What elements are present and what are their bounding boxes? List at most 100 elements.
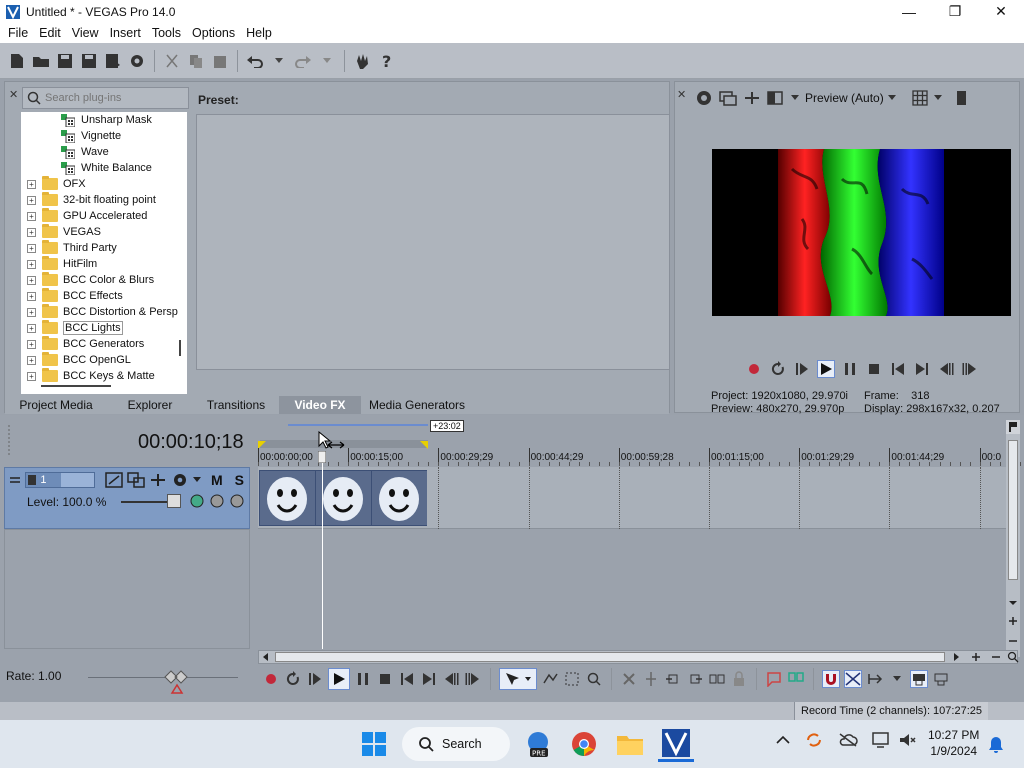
expand-plus-icon[interactable]: + <box>27 355 36 365</box>
menu-tools[interactable]: Tools <box>148 26 188 40</box>
tree-folder-item[interactable]: + BCC Color & Blurs <box>27 272 154 288</box>
tree-horizontal-scroll-thumb[interactable] <box>41 385 111 387</box>
next-frame-button[interactable] <box>464 670 482 688</box>
display-icon[interactable] <box>872 731 892 749</box>
tree-folder-item[interactable]: + BCC Distortion & Persp <box>27 304 178 320</box>
menu-view[interactable]: View <box>68 26 106 40</box>
record-button[interactable] <box>262 670 280 688</box>
menu-options[interactable]: Options <box>188 26 242 40</box>
cursor-timecode[interactable]: 00:00:10;18 <box>138 431 244 454</box>
preview-quality-dropdown[interactable]: Preview (Auto) <box>805 91 896 105</box>
pause-button[interactable] <box>354 670 372 688</box>
panel-grip[interactable]: ✕ <box>677 88 689 101</box>
chrome-icon[interactable] <box>566 726 602 762</box>
zoom-in-horizontal-icon[interactable] <box>969 651 983 663</box>
new-file-icon[interactable] <box>6 50 28 72</box>
undo-icon[interactable] <box>244 50 266 72</box>
zoom-in-icon[interactable] <box>1006 614 1020 628</box>
track-name-field[interactable] <box>60 473 94 487</box>
maximize-button[interactable]: ❐ <box>932 0 978 23</box>
trim-icon[interactable] <box>642 670 660 688</box>
chevron-down-icon[interactable] <box>933 95 942 101</box>
split-screen-icon[interactable] <box>767 90 785 106</box>
open-folder-icon[interactable] <box>30 50 52 72</box>
tree-folder-item[interactable]: + Third Party <box>27 240 117 256</box>
selection-tool-icon[interactable] <box>563 670 581 688</box>
tree-folder-item[interactable]: + BCC Lights <box>27 320 123 336</box>
save-as-icon[interactable] <box>78 50 100 72</box>
whats-this-help-icon[interactable]: ? <box>375 50 397 72</box>
video-clip[interactable] <box>259 470 427 526</box>
redo-dropdown-icon[interactable] <box>316 50 338 72</box>
split-icon[interactable] <box>708 670 726 688</box>
loop-playback-button[interactable] <box>284 670 302 688</box>
tab-explorer[interactable]: Explorer <box>107 396 193 414</box>
render-as-icon[interactable] <box>102 50 124 72</box>
tab-media-generators[interactable]: Media Generators <box>361 396 473 414</box>
go-to-end-button[interactable] <box>913 360 931 378</box>
chevron-left-icon[interactable] <box>259 651 273 663</box>
cut-icon[interactable] <box>161 50 183 72</box>
zoom-tool-icon[interactable] <box>1007 651 1019 663</box>
expand-plus-icon[interactable]: + <box>27 179 36 189</box>
chevron-down-icon[interactable] <box>193 477 201 483</box>
expand-plus-icon[interactable]: + <box>27 243 36 253</box>
chevron-down-icon[interactable] <box>1006 596 1020 610</box>
next-frame-button[interactable] <box>961 360 979 378</box>
expand-plus-icon[interactable]: + <box>27 339 36 349</box>
file-explorer-icon[interactable] <box>612 726 648 762</box>
marker-flag-icon[interactable] <box>1006 420 1020 434</box>
track-motion-icon[interactable] <box>105 472 123 488</box>
rate-slider-thumb[interactable] <box>163 669 191 695</box>
panel-grip[interactable]: ✕ <box>9 88 21 101</box>
chevron-right-icon[interactable] <box>949 651 963 663</box>
tree-fx-item[interactable]: Unsharp Mask <box>61 112 152 128</box>
preview-settings-gear-icon[interactable] <box>695 89 713 107</box>
compositing-mode-icon[interactable] <box>189 492 245 510</box>
loop-playback-button[interactable] <box>769 360 787 378</box>
envelope-tool-icon[interactable] <box>541 670 559 688</box>
mute-button[interactable]: M <box>211 472 223 488</box>
tree-folder-item[interactable]: + BCC OpenGL <box>27 352 131 368</box>
record-button[interactable] <box>745 360 763 378</box>
trim-end-icon[interactable] <box>686 670 704 688</box>
tree-folder-item[interactable]: + BCC Generators <box>27 336 144 352</box>
notification-bell-icon[interactable] <box>988 736 1004 754</box>
ripple-edit-icon[interactable] <box>866 670 884 688</box>
play-button[interactable] <box>328 668 350 690</box>
play-from-start-button[interactable] <box>306 670 324 688</box>
expand-plus-icon[interactable]: + <box>27 211 36 221</box>
insert-region-icon[interactable] <box>787 670 805 688</box>
track-settings-gear-icon[interactable] <box>171 472 189 488</box>
go-to-end-button[interactable] <box>420 670 438 688</box>
windows-start-icon[interactable] <box>356 726 392 762</box>
undo-dropdown-icon[interactable] <box>268 50 290 72</box>
save-icon[interactable] <box>54 50 76 72</box>
copy-snapshot-icon[interactable] <box>956 90 968 106</box>
tree-fx-item[interactable]: White Balance <box>61 160 152 176</box>
tree-folder-item[interactable]: + BCC Keys & Matte <box>27 368 155 384</box>
vegas-taskbar-icon[interactable] <box>658 726 694 762</box>
expand-plus-icon[interactable]: + <box>27 195 36 205</box>
close-button[interactable]: ✕ <box>978 0 1024 23</box>
timeline-grip[interactable] <box>6 425 12 455</box>
menu-edit[interactable]: Edit <box>35 26 68 40</box>
tree-folder-item[interactable]: + GPU Accelerated <box>27 208 147 224</box>
volume-muted-icon[interactable] <box>898 731 916 749</box>
redo-icon[interactable] <box>292 50 314 72</box>
plugin-tree[interactable]: Unsharp Mask Vignette Wave White Balance + OF… <box>21 112 187 394</box>
previous-frame-button[interactable] <box>937 360 955 378</box>
taskbar-clock[interactable]: 10:27 PM 1/9/2024 <box>928 727 979 759</box>
go-to-start-button[interactable] <box>398 670 416 688</box>
expand-plus-icon[interactable]: + <box>27 259 36 269</box>
search-plugins-input[interactable] <box>45 92 185 104</box>
solo-button[interactable]: S <box>235 472 244 488</box>
play-from-start-button[interactable] <box>793 360 811 378</box>
zoom-out-horizontal-icon[interactable] <box>989 651 1003 663</box>
delete-icon[interactable] <box>620 670 638 688</box>
stop-button[interactable] <box>376 670 394 688</box>
loop-region-bar[interactable] <box>288 424 428 426</box>
expand-plus-icon[interactable]: + <box>27 227 36 237</box>
sync-icon[interactable] <box>804 730 824 750</box>
menu-insert[interactable]: Insert <box>106 26 148 40</box>
